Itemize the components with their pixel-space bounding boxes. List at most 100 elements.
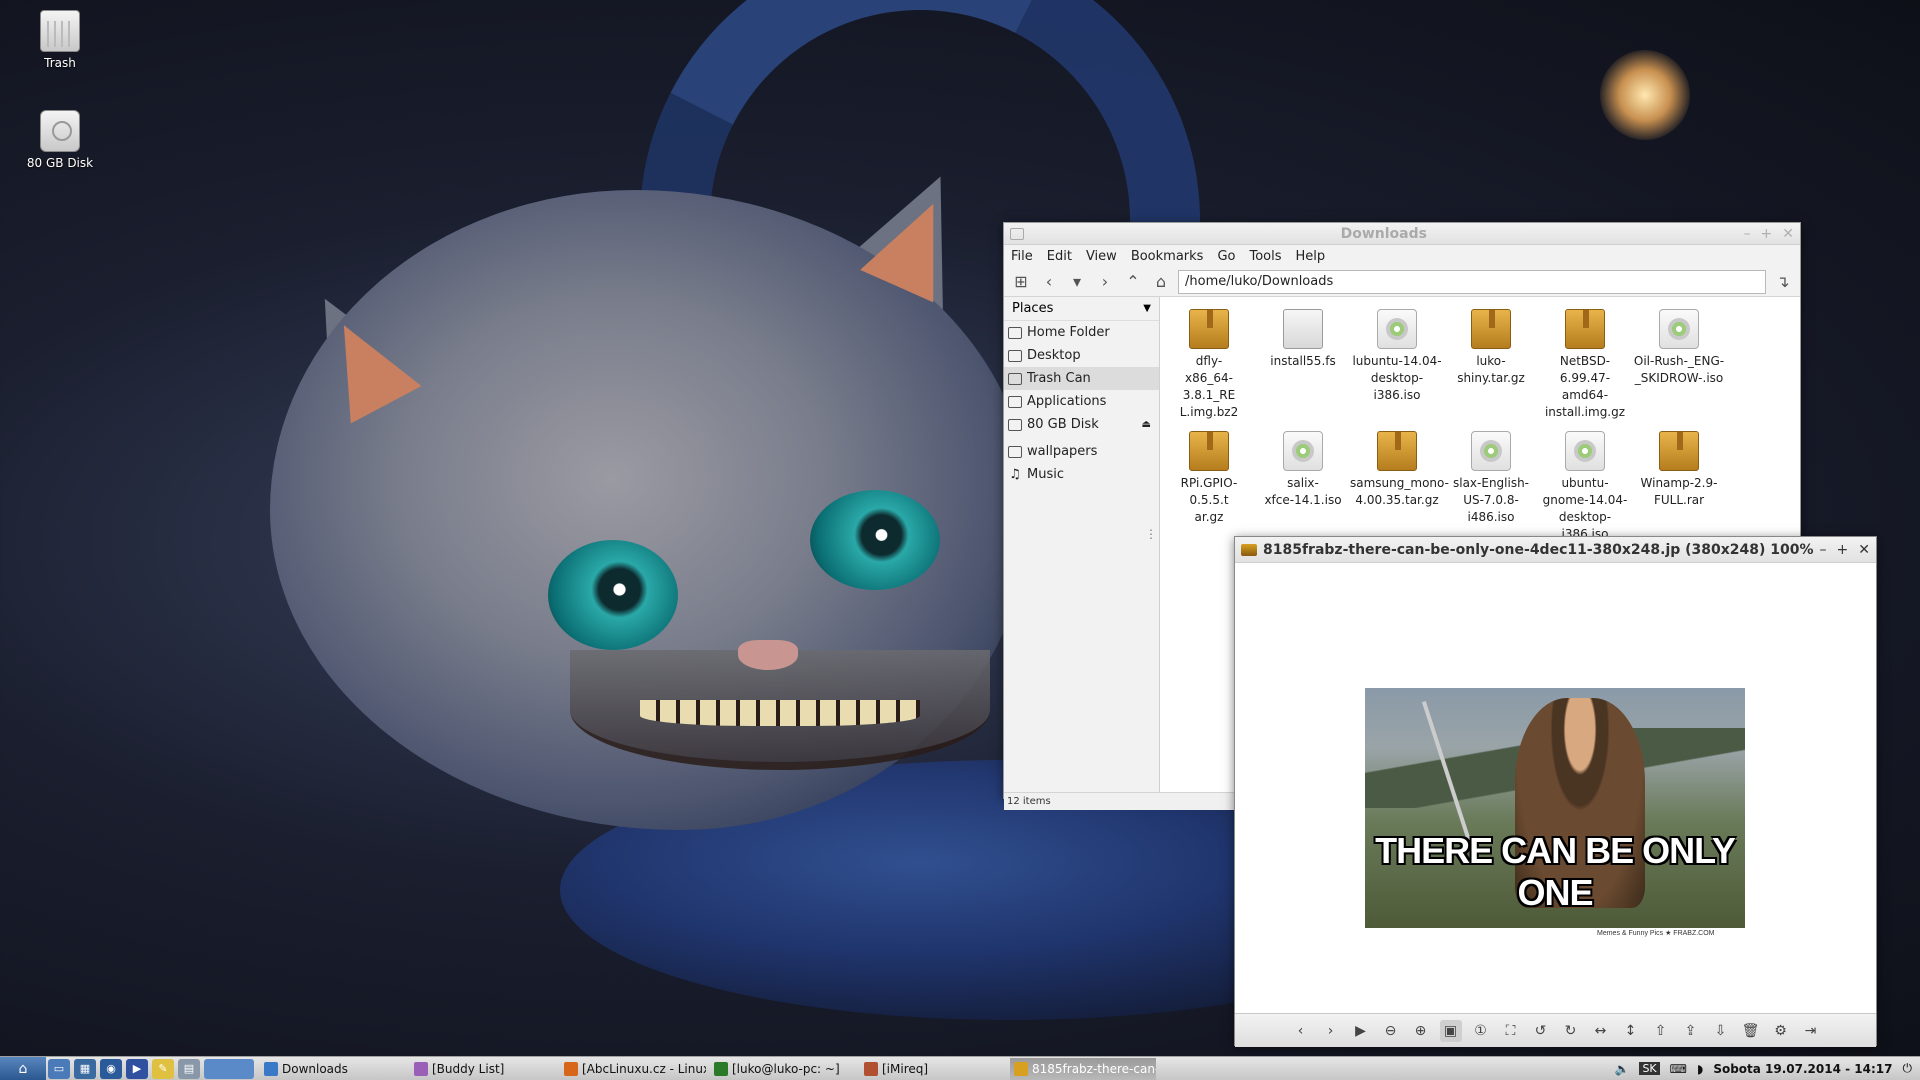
sidebar-item-desktop[interactable]: Desktop: [1004, 344, 1159, 367]
new-tab-icon[interactable]: ⊞: [1010, 271, 1032, 293]
network-icon[interactable]: ◗: [1697, 1062, 1703, 1076]
sidebar-item-music[interactable]: ♫ Music: [1004, 463, 1159, 486]
sidebar-item-trash[interactable]: Trash Can: [1004, 367, 1159, 390]
quit-icon[interactable]: ⇥: [1800, 1020, 1822, 1042]
delete-icon[interactable]: 🗑: [1740, 1020, 1762, 1042]
power-icon[interactable]: ⏻: [1903, 1061, 1913, 1076]
go-icon[interactable]: ↴: [1772, 271, 1794, 293]
eject-icon[interactable]: ⏏: [1142, 419, 1151, 430]
file-manager-launcher-icon[interactable]: ▦: [74, 1058, 96, 1079]
sidebar-item-label: Desktop: [1027, 348, 1081, 363]
file-item[interactable]: install55.fs: [1256, 305, 1350, 421]
sidebar-item-label: Music: [1027, 467, 1064, 482]
slideshow-icon[interactable]: ▶: [1350, 1020, 1372, 1042]
window-titlebar[interactable]: 8185frabz-there-can-be-only-one-4dec11-3…: [1235, 537, 1876, 563]
file-item[interactable]: NetBSD-6.99.47- amd64- install.img.gz: [1538, 305, 1632, 421]
history-dropdown-icon[interactable]: ▾: [1066, 271, 1088, 293]
rotate-right-icon[interactable]: ↻: [1560, 1020, 1582, 1042]
file-name-line: install.img.gz: [1544, 405, 1626, 419]
flip-horizontal-icon[interactable]: ↔: [1590, 1020, 1612, 1042]
preferences-icon[interactable]: ⚙: [1770, 1020, 1792, 1042]
close-button[interactable]: ✕: [1782, 226, 1794, 242]
menu-bookmarks[interactable]: Bookmarks: [1131, 249, 1204, 264]
taskbar-task[interactable]: [Buddy List]: [410, 1058, 556, 1080]
location-input[interactable]: /home/luko/Downloads: [1178, 269, 1766, 294]
file-name-line: lubuntu-14.04-: [1352, 354, 1442, 368]
menu-help[interactable]: Help: [1296, 249, 1326, 264]
notes-launcher-icon[interactable]: ✎: [152, 1058, 174, 1079]
file-name-line: samsung_mono-: [1350, 476, 1449, 490]
desktop-icon-disk[interactable]: 80 GB Disk: [10, 110, 110, 170]
meme-image: THERE CAN BE ONLY ONE: [1365, 688, 1745, 928]
minimize-button[interactable]: –: [1820, 542, 1827, 558]
taskbar-task[interactable]: Downloads: [260, 1058, 406, 1080]
start-menu-button[interactable]: ⌂: [0, 1056, 46, 1080]
window-title: 8185frabz-there-can-be-only-one-4dec11-3…: [1263, 541, 1814, 558]
chevron-down-icon[interactable]: ▼: [1143, 303, 1151, 314]
file-item[interactable]: slax-English- US-7.0.8-i486.iso: [1444, 427, 1538, 543]
places-header[interactable]: Places ▼: [1004, 297, 1159, 321]
maximize-button[interactable]: +: [1761, 226, 1773, 242]
file-item[interactable]: salix-xfce-14.1.iso: [1256, 427, 1350, 543]
system-tray: 🔈 SK ⌨ ◗ Sobota 19.07.2014 - 14:17 ⏻: [1615, 1061, 1920, 1076]
close-button[interactable]: ✕: [1858, 542, 1870, 558]
sidebar-item-home[interactable]: Home Folder: [1004, 321, 1159, 344]
original-size-icon[interactable]: ①: [1470, 1020, 1492, 1042]
flip-vertical-icon[interactable]: ↕: [1620, 1020, 1642, 1042]
places-label: Places: [1012, 301, 1054, 316]
taskbar-task[interactable]: 8185frabz-there-can-b...: [1010, 1057, 1156, 1080]
next-icon[interactable]: ›: [1320, 1020, 1342, 1042]
file-item[interactable]: Oil-Rush-_ENG- _SKIDROW-.iso: [1632, 305, 1726, 421]
keyboard-icon[interactable]: ⌨: [1670, 1062, 1687, 1076]
clock[interactable]: Sobota 19.07.2014 - 14:17: [1713, 1062, 1892, 1076]
menu-bar: File Edit View Bookmarks Go Tools Help: [1004, 245, 1800, 267]
zoom-out-icon[interactable]: ⊖: [1380, 1020, 1402, 1042]
home-icon[interactable]: ⌂: [1150, 271, 1172, 293]
browser-launcher-icon[interactable]: ◉: [100, 1058, 122, 1079]
file-name-line: ar.gz: [1194, 510, 1224, 524]
forward-icon[interactable]: ›: [1094, 271, 1116, 293]
zoom-fit-icon[interactable]: ▣: [1439, 1019, 1462, 1042]
keyboard-layout-indicator[interactable]: SK: [1639, 1062, 1660, 1075]
save-as-icon[interactable]: ⇩: [1710, 1020, 1732, 1042]
menu-edit[interactable]: Edit: [1047, 249, 1072, 264]
sidebar-item-applications[interactable]: Applications: [1004, 390, 1159, 413]
zoom-in-icon[interactable]: ⊕: [1410, 1020, 1432, 1042]
window-list-icon[interactable]: ▤: [178, 1058, 200, 1079]
desktop-icon-trash[interactable]: Trash: [10, 10, 110, 70]
previous-icon[interactable]: ‹: [1290, 1020, 1312, 1042]
back-icon[interactable]: ‹: [1038, 271, 1060, 293]
sidebar-item-wallpapers[interactable]: wallpapers: [1004, 440, 1159, 463]
file-name-line: gnome-14.04-: [1542, 493, 1628, 507]
minimize-button[interactable]: –: [1744, 226, 1751, 242]
file-item[interactable]: lubuntu-14.04- desktop-i386.iso: [1350, 305, 1444, 421]
file-item[interactable]: Winamp-2.9- FULL.rar: [1632, 427, 1726, 543]
file-item[interactable]: luko-shiny.tar.gz: [1444, 305, 1538, 421]
taskbar-task[interactable]: [AbcLinuxu.cz - Linux ...: [560, 1058, 706, 1080]
fullscreen-icon[interactable]: ⛶: [1500, 1020, 1522, 1042]
file-item[interactable]: dfly-x86_64-3.8.1_RE L.img.bz2: [1162, 305, 1256, 421]
open-file-icon[interactable]: ⇧: [1650, 1020, 1672, 1042]
menu-go[interactable]: Go: [1217, 249, 1235, 264]
taskbar-task[interactable]: [iMireq]: [860, 1058, 1006, 1080]
menu-tools[interactable]: Tools: [1249, 249, 1281, 264]
pane-resize-handle[interactable]: ⋮: [1145, 527, 1157, 541]
file-item[interactable]: samsung_mono- 4.00.35.tar.gz: [1350, 427, 1449, 543]
menu-view[interactable]: View: [1086, 249, 1117, 264]
window-titlebar[interactable]: Downloads – + ✕: [1004, 223, 1800, 245]
maximize-button[interactable]: +: [1837, 542, 1849, 558]
show-desktop-icon[interactable]: ▭: [48, 1058, 70, 1079]
file-item[interactable]: ubuntu-gnome-14.04- desktop-i386.iso: [1538, 427, 1632, 543]
up-icon[interactable]: ⌃: [1122, 271, 1144, 293]
menu-file[interactable]: File: [1011, 249, 1033, 264]
save-icon[interactable]: ⇪: [1680, 1020, 1702, 1042]
taskbar-task[interactable]: [luko@luko-pc: ~]: [710, 1058, 856, 1080]
volume-icon[interactable]: 🔈: [1615, 1062, 1630, 1076]
image-canvas: THERE CAN BE ONLY ONE Memes & Funny Pics…: [1235, 563, 1876, 1013]
media-player-launcher-icon[interactable]: ▶: [126, 1058, 148, 1079]
sidebar-item-disk[interactable]: 80 GB Disk ⏏: [1004, 413, 1159, 436]
file-item[interactable]: RPi.GPIO-0.5.5.t ar.gz: [1162, 427, 1256, 543]
workspace-switcher[interactable]: [204, 1058, 254, 1079]
folder-icon: [1008, 445, 1022, 458]
rotate-left-icon[interactable]: ↺: [1530, 1020, 1552, 1042]
